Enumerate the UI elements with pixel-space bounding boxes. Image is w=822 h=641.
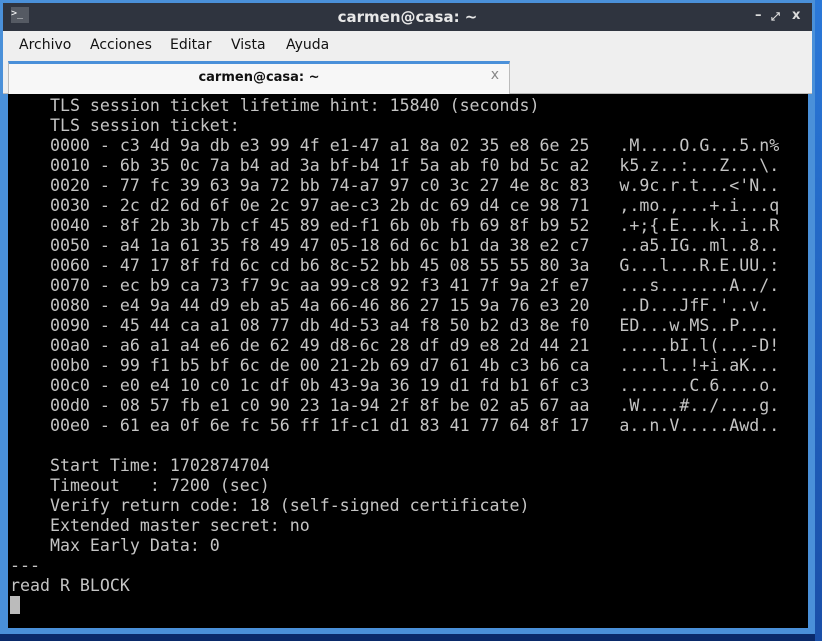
terminal-line: 00b0 - 99 f1 b5 bf 6c de 00 21-2b 69 d7 … <box>10 356 780 375</box>
terminal-line: read R BLOCK <box>10 576 130 595</box>
terminal-line: TLS session ticket lifetime hint: 15840 … <box>10 96 540 115</box>
window-title: carmen@casa: ~ <box>337 8 478 26</box>
terminal-line: 0090 - 45 44 ca a1 08 77 db 4d-53 a4 f8 … <box>10 316 780 335</box>
tab-close-icon[interactable]: x <box>491 67 499 83</box>
terminal-line: 0060 - 47 17 8f fd 6c cd b6 8c-52 bb 45 … <box>10 256 780 275</box>
close-button[interactable]: x <box>792 8 800 23</box>
menu-ayuda[interactable]: Ayuda <box>286 37 329 53</box>
terminal-cursor <box>10 596 20 614</box>
menu-vista[interactable]: Vista <box>231 37 266 53</box>
terminal-line: 0080 - e4 9a 44 d9 eb a5 4a 66-46 86 27 … <box>10 296 780 315</box>
menu-editar[interactable]: Editar <box>170 37 211 53</box>
terminal-line: 0030 - 2c d2 6d 6f 0e 2c 97 ae-c3 2b dc … <box>10 196 780 215</box>
terminal-line: 00c0 - e0 e4 10 c0 1c df 0b 43-9a 36 19 … <box>10 376 780 395</box>
terminal-line: 0040 - 8f 2b 3b 7b cf 45 89 ed-f1 6b 0b … <box>10 216 780 235</box>
menu-bar: Archivo Acciones Editar Vista Ayuda <box>3 31 812 60</box>
menu-acciones[interactable]: Acciones <box>90 37 152 53</box>
terminal-line: 0050 - a4 1a 61 35 f8 49 47 05-18 6d 6c … <box>10 236 780 255</box>
terminal-window: >_ carmen@casa: ~ – ⤢ x Archivo Acciones… <box>0 0 815 634</box>
terminal-line: Timeout : 7200 (sec) <box>10 476 270 495</box>
tab-label: carmen@casa: ~ <box>198 70 320 85</box>
terminal-line: 0000 - c3 4d 9a db e3 99 4f e1-47 a1 8a … <box>10 136 780 155</box>
minimize-button[interactable]: – <box>755 8 762 23</box>
terminal-line: --- <box>10 556 40 575</box>
title-bar[interactable]: >_ carmen@casa: ~ – ⤢ x <box>3 3 812 31</box>
terminal-line: 00a0 - a6 a1 a4 e6 de 62 49 d8-6c 28 df … <box>10 336 780 355</box>
terminal-line: 0020 - 77 fc 39 63 9a 72 bb 74-a7 97 c0 … <box>10 176 780 195</box>
maximize-button[interactable]: ⤢ <box>771 10 780 24</box>
tab-terminal[interactable]: carmen@casa: ~ x <box>8 61 510 94</box>
tab-bar: carmen@casa: ~ x <box>3 60 812 94</box>
terminal-line: TLS session ticket: <box>10 116 240 135</box>
terminal-line: Extended master secret: no <box>10 516 310 535</box>
terminal-line: Max Early Data: 0 <box>10 536 220 555</box>
terminal-line: 0070 - ec b9 ca 73 f7 9c aa 99-c8 92 f3 … <box>10 276 780 295</box>
terminal-line: Start Time: 1702874704 <box>10 456 270 475</box>
terminal-line: 00e0 - 61 ea 0f 6e fc 56 ff 1f-c1 d1 83 … <box>10 416 780 435</box>
menu-archivo[interactable]: Archivo <box>19 37 71 53</box>
terminal-lines: TLS session ticket lifetime hint: 15840 … <box>10 96 779 596</box>
terminal-line: Verify return code: 18 (self-signed cert… <box>10 496 530 515</box>
desktop-background <box>815 0 822 641</box>
terminal-line: 00d0 - 08 57 fb e1 c0 90 23 1a-94 2f 8f … <box>10 396 780 415</box>
terminal-line: 0010 - 6b 35 0c 7a b4 ad 3a bf-b4 1f 5a … <box>10 156 780 175</box>
terminal-output[interactable]: TLS session ticket lifetime hint: 15840 … <box>8 94 808 628</box>
